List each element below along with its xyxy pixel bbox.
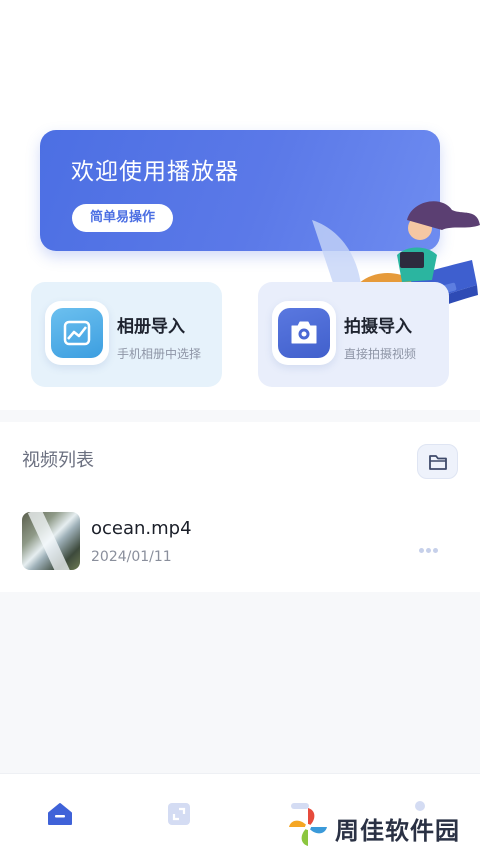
video-list-title: 视频列表 [22, 450, 94, 471]
gallery-icon [51, 308, 103, 358]
album-import-subtitle: 手机相册中选择 [117, 347, 202, 361]
welcome-banner: 欢迎使用播放器 简单易操作 [40, 130, 480, 353]
open-folder-button[interactable] [417, 444, 458, 479]
home-icon [48, 803, 72, 825]
camera-icon [278, 308, 330, 358]
more-dot-icon [426, 548, 431, 553]
shoot-import-title: 拍摄导入 [344, 317, 412, 337]
shoot-import-card[interactable]: 拍摄导入 直接拍摄视频 [258, 282, 449, 387]
album-import-card[interactable]: 相册导入 手机相册中选择 [31, 282, 222, 387]
crop-icon [168, 803, 190, 825]
nav-home-button[interactable] [46, 800, 74, 828]
site-watermark: 周佳软件园 [287, 804, 477, 850]
video-date: 2024/01/11 [91, 549, 172, 565]
more-dot-icon [419, 548, 424, 553]
video-thumbnail [22, 512, 80, 570]
video-list-panel: 视频列表 ocean.mp4 2024/01/11 [0, 422, 480, 592]
more-options-button[interactable] [419, 538, 443, 553]
shoot-import-subtitle: 直接拍摄视频 [344, 347, 417, 361]
folder-icon [429, 455, 447, 470]
nav-crop-button[interactable] [165, 800, 193, 828]
list-item[interactable]: ocean.mp4 2024/01/11 [0, 510, 480, 574]
album-import-title: 相册导入 [117, 317, 185, 337]
shoot-icon-wrap [272, 301, 336, 365]
watermark-text: 周佳软件园 [335, 817, 460, 845]
banner-title: 欢迎使用播放器 [71, 159, 239, 185]
video-name: ocean.mp4 [91, 518, 192, 539]
album-icon-wrap [45, 301, 109, 365]
more-dot-icon [433, 548, 438, 553]
pinwheel-logo-icon [289, 808, 327, 846]
easy-operation-button[interactable]: 简单易操作 [72, 204, 173, 232]
